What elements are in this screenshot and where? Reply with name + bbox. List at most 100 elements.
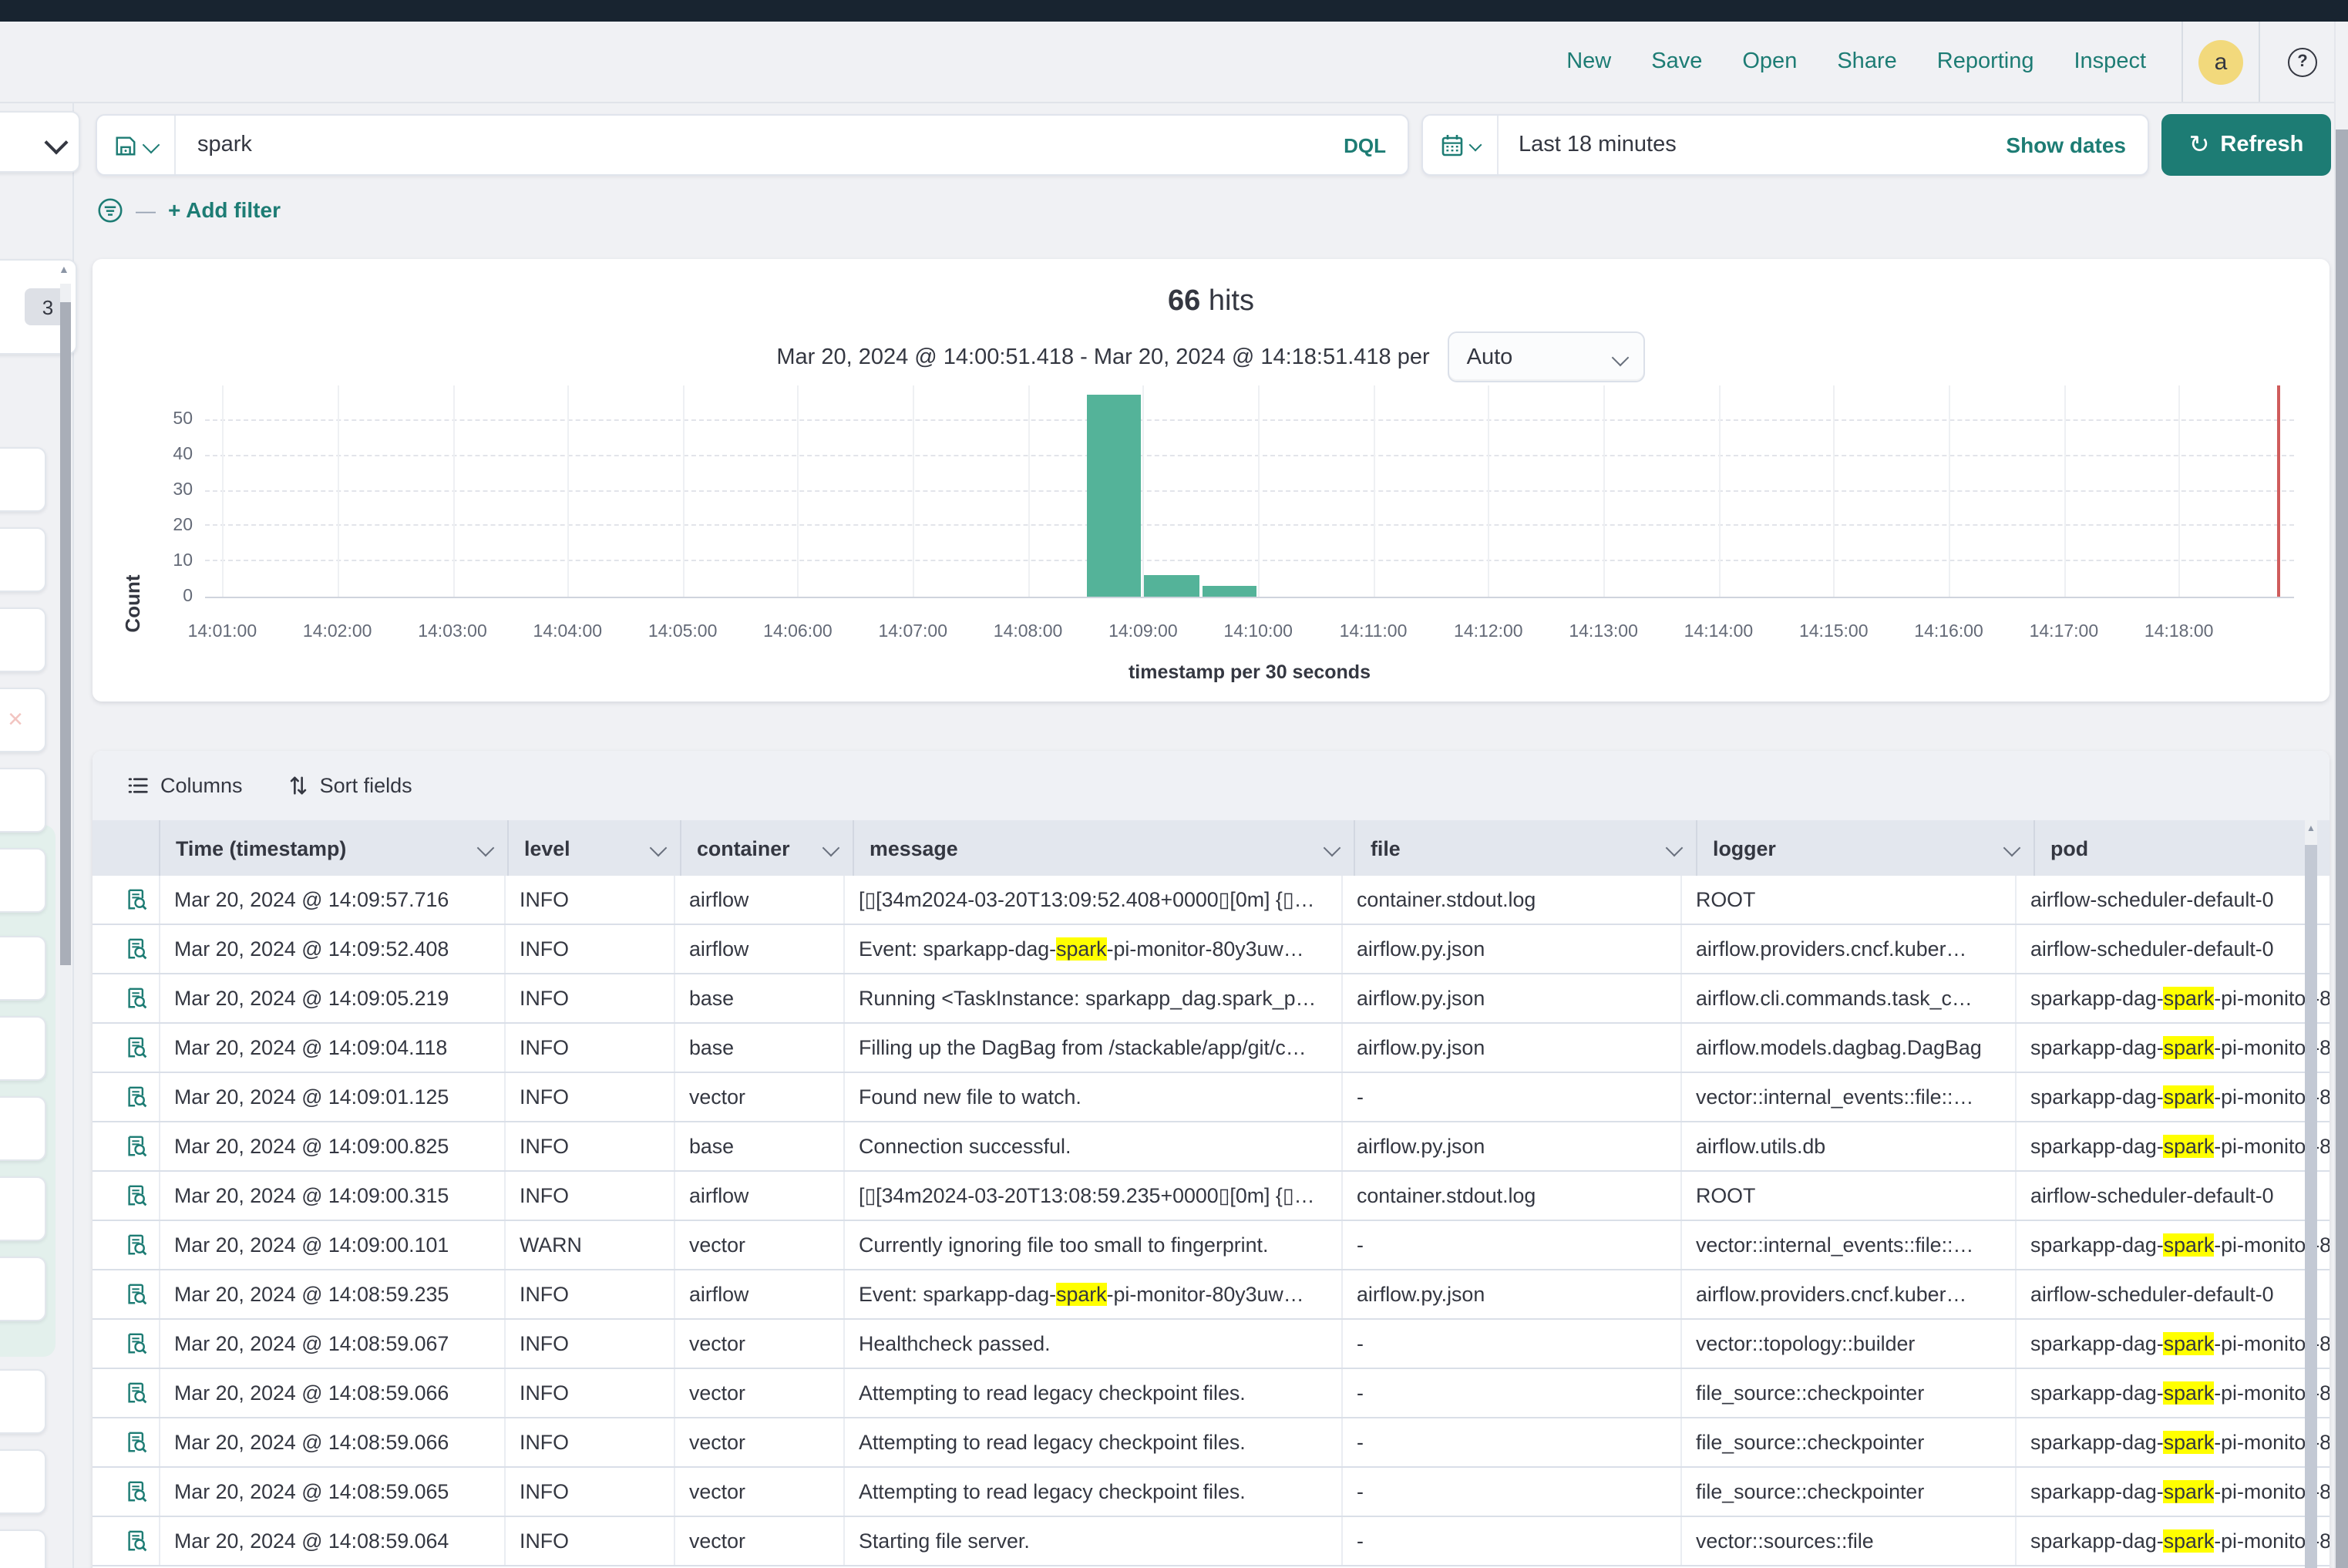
expand-row-button[interactable] <box>113 1122 160 1170</box>
nav-reporting[interactable]: Reporting <box>1937 49 2034 74</box>
chevron-down-icon <box>650 840 668 857</box>
highlight: spark <box>2164 1431 2215 1454</box>
refresh-button[interactable]: ↻ Refresh <box>2161 114 2331 176</box>
table-row: Mar 20, 2024 @ 14:09:01.125INFOvectorFou… <box>93 1073 2329 1122</box>
cell-pod: airflow-scheduler-default-0 <box>2017 876 2329 924</box>
sidebar-collapse-button[interactable] <box>0 111 80 173</box>
date-picker: Last 18 minutes Show dates <box>1421 114 2149 176</box>
field-item[interactable] <box>0 1096 46 1161</box>
field-item[interactable] <box>0 1176 46 1241</box>
cell-time: Mar 20, 2024 @ 14:08:59.064 <box>160 1517 506 1565</box>
scroll-up-icon[interactable]: ▲ <box>2306 825 2316 834</box>
cell-message: Attempting to read legacy checkpoint fil… <box>845 1468 1343 1516</box>
field-item[interactable] <box>0 607 46 672</box>
expand-row-button[interactable] <box>113 1221 160 1269</box>
cell-container: base <box>675 1024 845 1072</box>
cell-message: Attempting to read legacy checkpoint fil… <box>845 1418 1343 1466</box>
expand-row-button[interactable] <box>113 1468 160 1516</box>
table-scrollbar-thumb[interactable] <box>2305 845 2317 1568</box>
cell-file: airflow.py.json <box>1343 974 1682 1022</box>
cell-time: Mar 20, 2024 @ 14:09:00.825 <box>160 1122 506 1170</box>
column-header-logger[interactable]: logger <box>1697 820 2035 876</box>
plot-area[interactable] <box>205 385 2294 598</box>
x-tick-label: 14:14:00 <box>1663 623 1774 641</box>
page-scrollbar-thumb[interactable] <box>2336 130 2348 1568</box>
nav-save[interactable]: Save <box>1651 49 1702 74</box>
expand-row-button[interactable] <box>113 1320 160 1368</box>
histogram-bar[interactable] <box>1145 575 1199 597</box>
sort-fields-button[interactable]: Sort fields <box>289 774 412 797</box>
field-item[interactable] <box>0 1369 46 1434</box>
hits-label: hits <box>1209 285 1254 318</box>
query-language-button[interactable]: DQL <box>1344 133 1408 156</box>
column-header-level[interactable]: level <box>509 820 681 876</box>
add-filter-button[interactable]: + Add filter <box>168 197 281 222</box>
field-item[interactable] <box>0 527 46 592</box>
expand-row-button[interactable] <box>113 1517 160 1565</box>
nav-inspect[interactable]: Inspect <box>2074 49 2147 74</box>
chevron-down-icon <box>2003 840 2021 857</box>
field-item[interactable] <box>0 1257 46 1321</box>
histogram-bar[interactable] <box>1087 395 1142 597</box>
cell-level: INFO <box>506 876 675 924</box>
cell-logger: file_source::checkpointer <box>1682 1369 2017 1417</box>
expand-row-button[interactable] <box>113 1369 160 1417</box>
sidebar-scrollbar-thumb[interactable] <box>60 302 71 965</box>
field-item[interactable] <box>0 768 46 833</box>
x-tick-label: 14:12:00 <box>1433 623 1544 641</box>
table-row: Mar 20, 2024 @ 14:08:59.065INFOvectorAtt… <box>93 1468 2329 1517</box>
interval-select[interactable]: Auto <box>1448 331 1646 382</box>
expand-row-button[interactable] <box>113 1073 160 1121</box>
inspect-document-icon <box>124 1381 147 1405</box>
expand-row-button[interactable] <box>113 1418 160 1466</box>
field-item[interactable]: × <box>0 688 46 752</box>
field-item[interactable] <box>0 1016 46 1081</box>
page-scrollbar[interactable] <box>2334 22 2348 1568</box>
cell-pod: airflow-scheduler-default-0 <box>2017 1270 2329 1318</box>
column-header-message[interactable]: message <box>854 820 1355 876</box>
remove-field-icon[interactable]: × <box>0 689 45 751</box>
saved-query-menu-button[interactable] <box>97 116 176 174</box>
expand-row-button[interactable] <box>113 925 160 973</box>
table-scrollbar[interactable]: ▲ <box>2305 820 2317 1568</box>
field-item[interactable] <box>0 447 46 512</box>
search-input[interactable] <box>176 133 1344 157</box>
cell-level: INFO <box>506 1468 675 1516</box>
cell-level: INFO <box>506 925 675 973</box>
current-time-marker <box>2277 385 2281 597</box>
avatar[interactable]: a <box>2198 39 2243 84</box>
expand-row-button[interactable] <box>113 974 160 1022</box>
inspect-document-icon <box>124 1036 147 1059</box>
columns-button[interactable]: Columns <box>126 774 243 797</box>
expand-row-button[interactable] <box>113 1270 160 1318</box>
histogram-bar[interactable] <box>1203 586 1257 597</box>
nav-open[interactable]: Open <box>1742 49 1797 74</box>
y-tick-label: 30 <box>134 481 193 500</box>
column-header-container[interactable]: container <box>681 820 854 876</box>
help-icon[interactable]: ? <box>2288 47 2317 76</box>
column-header-pod[interactable]: pod <box>2035 820 2329 876</box>
field-item[interactable] <box>0 936 46 1001</box>
expand-row-button[interactable] <box>113 1172 160 1220</box>
time-range-value[interactable]: Last 18 minutes <box>1499 133 2006 157</box>
field-item[interactable] <box>0 1529 46 1568</box>
gridline <box>1489 385 1490 597</box>
table-row: Mar 20, 2024 @ 14:09:52.408INFOairflowEv… <box>93 925 2329 974</box>
filter-icon[interactable] <box>97 197 123 223</box>
field-item[interactable] <box>0 1449 46 1514</box>
histogram-subtitle: Mar 20, 2024 @ 14:00:51.418 - Mar 20, 20… <box>93 331 2329 382</box>
expand-row-button[interactable] <box>113 1024 160 1072</box>
nav-new[interactable]: New <box>1566 49 1611 74</box>
chevron-down-icon <box>477 840 495 857</box>
scroll-up-icon[interactable]: ▲ <box>59 265 69 276</box>
column-header-file[interactable]: file <box>1355 820 1697 876</box>
column-header-time--timestamp-[interactable]: Time (timestamp) <box>160 820 509 876</box>
field-item[interactable] <box>0 848 46 913</box>
date-quick-menu-button[interactable] <box>1423 116 1499 174</box>
expand-column-header <box>113 820 160 876</box>
gridline <box>567 385 569 597</box>
nav-share[interactable]: Share <box>1837 49 1896 74</box>
expand-row-button[interactable] <box>113 876 160 924</box>
show-dates-button[interactable]: Show dates <box>2006 133 2148 157</box>
sidebar-scrollbar[interactable] <box>60 284 71 1050</box>
